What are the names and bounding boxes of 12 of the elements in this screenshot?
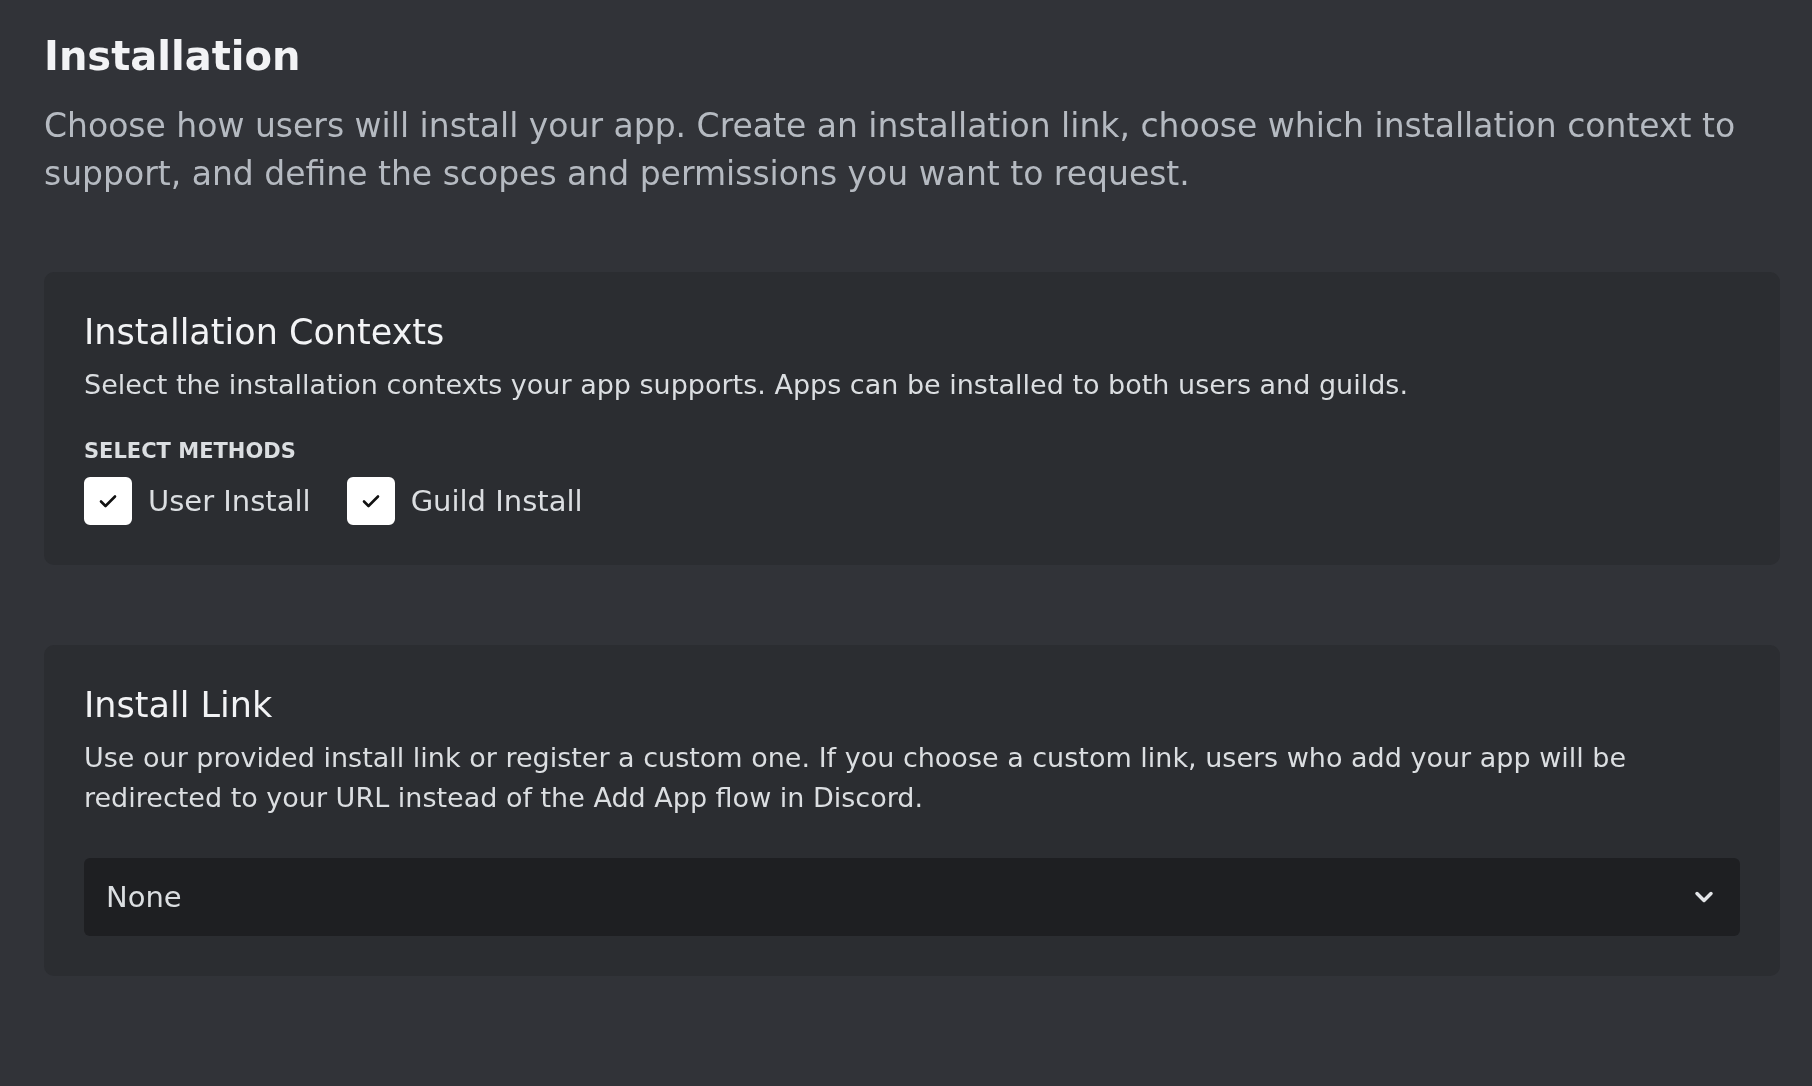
checkbox[interactable] bbox=[346, 477, 395, 525]
section-description: Select the installation contexts your app supports. Apps can be installed to both users and guilds. bbox=[84, 368, 1409, 402]
page-description: Choose how users will install your app. Create an installation link, choose which installation context to support, and define the scopes and permissions you want to request. bbox=[44, 105, 1737, 195]
field-label: SELECT METHODS bbox=[84, 439, 297, 463]
install-link-select[interactable]: None bbox=[84, 858, 1740, 936]
section-description: Use our provided install link or register a custom one. If you choose a custom link, users who add your app will be redirected to your URL instead of the Add App flow in Discord. bbox=[84, 741, 1628, 815]
checkbox-label: Guild Install bbox=[410, 484, 583, 518]
section-title: Installation Contexts bbox=[84, 311, 446, 354]
page-title: Installation bbox=[44, 32, 302, 81]
checkbox-label: User Install bbox=[148, 484, 311, 518]
checkbox[interactable] bbox=[84, 477, 132, 525]
section-title: Install Link bbox=[84, 684, 274, 727]
